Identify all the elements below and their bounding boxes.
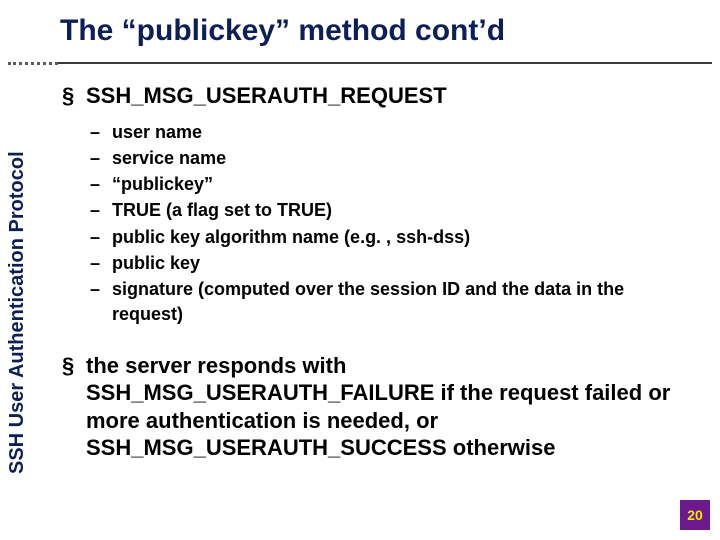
- bullet-top-2: the server responds with SSH_MSG_USERAUT…: [86, 352, 692, 462]
- bullet-top-1-text: SSH_MSG_USERAUTH_REQUEST: [86, 83, 447, 108]
- sub-bullet: “publickey”: [112, 172, 692, 196]
- bullet-top-1: SSH_MSG_USERAUTH_REQUEST user name servi…: [86, 82, 692, 326]
- sub-bullet: signature (computed over the session ID …: [112, 277, 692, 326]
- sub-bullet: public key: [112, 251, 692, 275]
- slide-title: The “publickey” method cont’d: [60, 14, 505, 48]
- sub-bullet: public key algorithm name (e.g. , ssh-ds…: [112, 225, 692, 249]
- page-number-badge: 20: [680, 500, 710, 530]
- title-rule-dotted: [8, 62, 58, 65]
- slide-body: SSH_MSG_USERAUTH_REQUEST user name servi…: [62, 82, 692, 470]
- slide: The “publickey” method cont’d SSH User A…: [0, 0, 720, 540]
- title-rule-solid: [58, 62, 712, 64]
- sub-bullet: TRUE (a flag set to TRUE): [112, 198, 692, 222]
- sidebar-label: SSH User Authentication Protocol: [6, 151, 29, 474]
- sub-bullet: service name: [112, 146, 692, 170]
- sub-bullet: user name: [112, 120, 692, 144]
